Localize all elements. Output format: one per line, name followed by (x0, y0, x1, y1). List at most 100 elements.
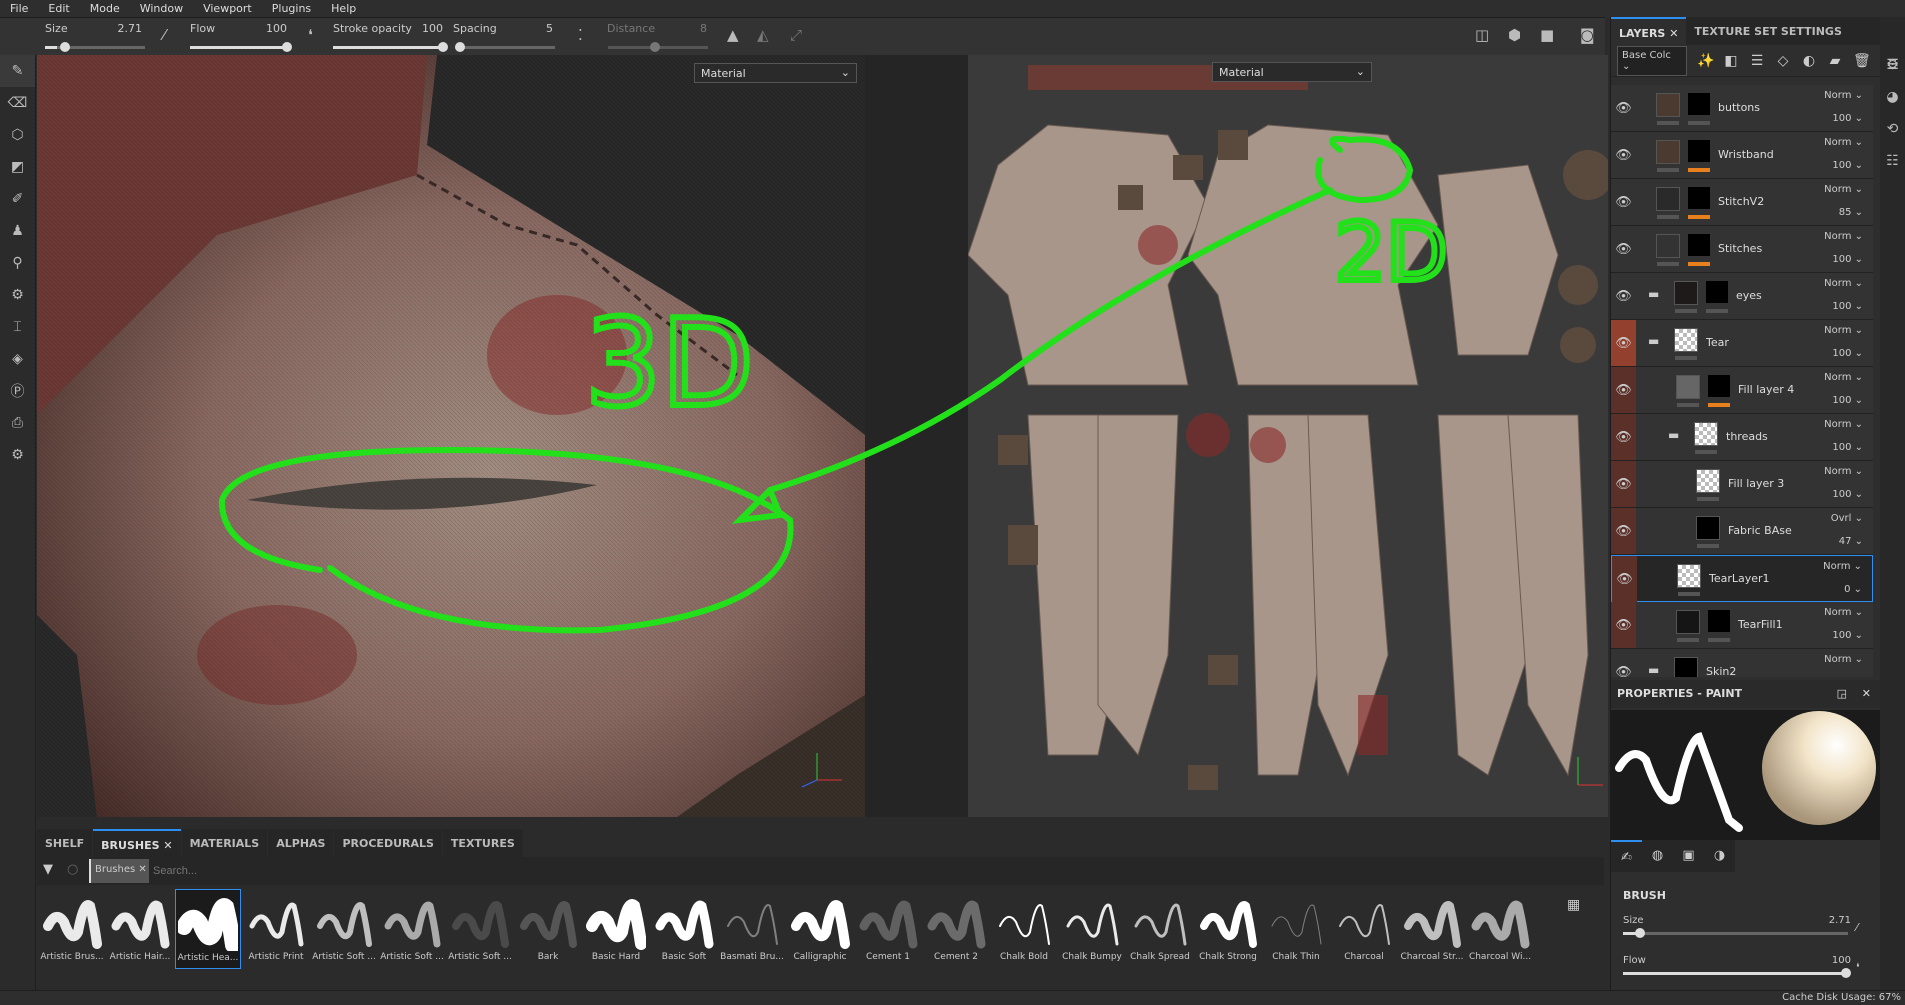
shelf-tab-shelf[interactable]: SHELF (37, 829, 93, 857)
blend-mode-select[interactable]: Norm ⌄ (1824, 137, 1863, 148)
layer-row[interactable]: 👁 StitchV2 Norm ⌄ 85 ⌄ (1611, 179, 1873, 226)
symmetry-icon[interactable]: ▲ (727, 26, 739, 44)
reset-icon[interactable]: ○ (67, 862, 78, 877)
screenshot-icon[interactable]: ◙ (1580, 26, 1595, 44)
material-tab-icon[interactable]: ◑ (1704, 840, 1735, 872)
size-slider[interactable] (45, 42, 145, 52)
shelf-tab-procedurals[interactable]: PROCEDURALS (334, 829, 442, 857)
layer-opacity[interactable]: 100 ⌄ (1832, 348, 1863, 359)
brush-size-value[interactable]: 2.71 (1811, 915, 1851, 926)
flow-value[interactable]: 100 (247, 22, 287, 35)
tab-layers[interactable]: LAYERS ✕ (1611, 17, 1687, 45)
flow-pressure-icon[interactable]: ❛ (1856, 961, 1860, 974)
brush-size-slider[interactable] (1623, 928, 1848, 938)
measure-icon[interactable]: ⌶ (0, 311, 35, 343)
display-mode-icon[interactable]: ⬢ (1508, 26, 1521, 44)
brush-item[interactable]: Chalk Bumpy (1059, 889, 1125, 969)
brush-item[interactable]: Bark (515, 889, 581, 969)
blend-mode-select[interactable]: Norm ⌄ (1824, 325, 1863, 336)
blend-mode-select[interactable]: Norm ⌄ (1823, 561, 1862, 572)
brush-item[interactable]: Artistic Hea... (175, 889, 241, 969)
layer-row[interactable]: 👁 TearFill1 Norm ⌄ 100 ⌄ (1611, 602, 1873, 649)
symmetry-settings-icon[interactable]: ◭ (757, 26, 769, 44)
geometry-icon[interactable]: ◈ (0, 343, 35, 375)
close-icon[interactable]: ✕ (163, 839, 172, 852)
viewport-2d-uv[interactable]: Material ⌄ (968, 55, 1608, 817)
add-layer-icon[interactable]: ☰ (1749, 53, 1765, 69)
blend-mode-select[interactable]: Norm ⌄ (1824, 372, 1863, 383)
menu-edit[interactable]: Edit (48, 0, 79, 17)
brush-item[interactable]: Charcoal (1331, 889, 1397, 969)
menu-help[interactable]: Help (331, 0, 366, 17)
blend-mode-select[interactable]: Norm ⌄ (1824, 654, 1863, 665)
brushes-filter-chip[interactable]: Brushes ✕ (89, 859, 151, 883)
brush-item[interactable]: Chalk Bold (991, 889, 1057, 969)
blend-mode-select[interactable]: Ovrl ⌄ (1831, 513, 1863, 524)
viewport-3d-channel-select[interactable]: Material ⌄ (694, 63, 857, 83)
visibility-eye-icon[interactable]: 👁 (1611, 461, 1636, 507)
alpha-tab-icon[interactable]: ◍ (1642, 840, 1673, 872)
add-folder-icon[interactable]: ▰ (1827, 53, 1843, 69)
menu-viewport[interactable]: Viewport (203, 0, 262, 17)
layer-row[interactable]: 👁 buttons Norm ⌄ 100 ⌄ (1611, 85, 1873, 132)
layer-mask-thumbnail[interactable] (1708, 610, 1730, 632)
visibility-eye-icon[interactable]: 👁 (1612, 556, 1637, 602)
size-pressure-icon[interactable]: ⁄ (1856, 921, 1858, 934)
photoshop-export-icon[interactable]: Ⓟ (0, 375, 35, 407)
eraser-icon[interactable]: ⌫ (0, 87, 35, 119)
layer-mask-thumbnail[interactable] (1708, 375, 1730, 397)
folder-icon[interactable]: ▬ (1668, 428, 1679, 442)
stroke-opacity-slider[interactable] (333, 42, 448, 52)
stencil-tab-icon[interactable]: ▣ (1673, 840, 1704, 872)
stroke-opacity-value[interactable]: 100 (403, 22, 443, 35)
polygon-fill-icon[interactable]: ◩ (0, 151, 35, 183)
blend-mode-select[interactable]: Norm ⌄ (1824, 466, 1863, 477)
size-value[interactable]: 2.71 (102, 22, 143, 35)
visibility-eye-icon[interactable]: 👁 (1611, 132, 1636, 178)
brush-flow-slider[interactable] (1623, 968, 1851, 978)
layer-row[interactable]: 👁 ▬ eyes Norm ⌄ 100 ⌄ (1611, 273, 1873, 320)
brush-item[interactable]: Basic Hard (583, 889, 649, 969)
visibility-eye-icon[interactable]: 👁 (1611, 85, 1636, 131)
brush-item[interactable]: Charcoal Str... (1399, 889, 1465, 969)
clone-stamp-icon[interactable]: ♟ (0, 215, 35, 247)
flow-slider[interactable] (190, 42, 292, 52)
layer-opacity[interactable]: 100 ⌄ (1832, 254, 1863, 265)
close-icon[interactable]: ✕ (1862, 687, 1871, 700)
shelf-search-input[interactable] (149, 859, 1579, 883)
viewport-2d-channel-select[interactable]: Material ⌄ (1212, 62, 1372, 82)
blend-mode-select[interactable]: Norm ⌄ (1824, 231, 1863, 242)
add-effect-icon[interactable]: ✨ (1697, 53, 1714, 69)
folder-icon[interactable]: ▬ (1648, 663, 1659, 677)
display-settings-icon[interactable]: ⚙ (1880, 57, 1905, 89)
brush-item[interactable]: Charcoal Wi... (1467, 889, 1533, 969)
layer-opacity[interactable]: 100 ⌄ (1832, 489, 1863, 500)
layer-opacity[interactable]: 100 ⌄ (1832, 113, 1863, 124)
add-smart-material-icon[interactable]: ◐ (1801, 53, 1817, 69)
blend-mode-select[interactable]: Norm ⌄ (1824, 184, 1863, 195)
layer-opacity[interactable]: 85 ⌄ (1839, 207, 1863, 218)
visibility-eye-icon[interactable]: 👁 (1611, 649, 1636, 678)
split-view-icon[interactable]: ◫ (1475, 26, 1489, 44)
spacing-value[interactable]: 5 (513, 22, 553, 35)
shelf-tab-materials[interactable]: MATERIALS (181, 829, 268, 857)
folder-icon[interactable]: ▬ (1648, 287, 1659, 301)
lazy-mouse-icon[interactable]: ⁚ (578, 26, 583, 44)
brush-item[interactable]: Artistic Soft ... (379, 889, 445, 969)
brush-flow-value[interactable]: 100 (1811, 955, 1851, 966)
shelf-tab-brushes[interactable]: BRUSHES ✕ (93, 829, 181, 857)
bake-icon[interactable]: ⚙ (0, 279, 35, 311)
paint-brush-icon[interactable]: ✎ (0, 55, 35, 87)
brush-item[interactable]: Artistic Print (243, 889, 309, 969)
layer-mask-thumbnail[interactable] (1688, 187, 1710, 209)
brush-tab-icon[interactable]: ✍ (1611, 840, 1642, 872)
add-fill-layer-icon[interactable]: ◇ (1775, 53, 1791, 69)
brush-item[interactable]: Artistic Brus... (39, 889, 105, 969)
settings-icon[interactable]: ⚙ (0, 439, 35, 471)
brush-item[interactable]: Basic Soft (651, 889, 717, 969)
menu-mode[interactable]: Mode (90, 0, 130, 17)
layer-row[interactable]: 👁 ▬ threads Norm ⌄ 100 ⌄ (1611, 414, 1873, 461)
history-icon[interactable]: ⟲ (1880, 121, 1905, 153)
layer-row[interactable]: 👁 Fabric BAse Ovrl ⌄ 47 ⌄ (1611, 508, 1873, 555)
blend-mode-select[interactable]: Norm ⌄ (1824, 90, 1863, 101)
